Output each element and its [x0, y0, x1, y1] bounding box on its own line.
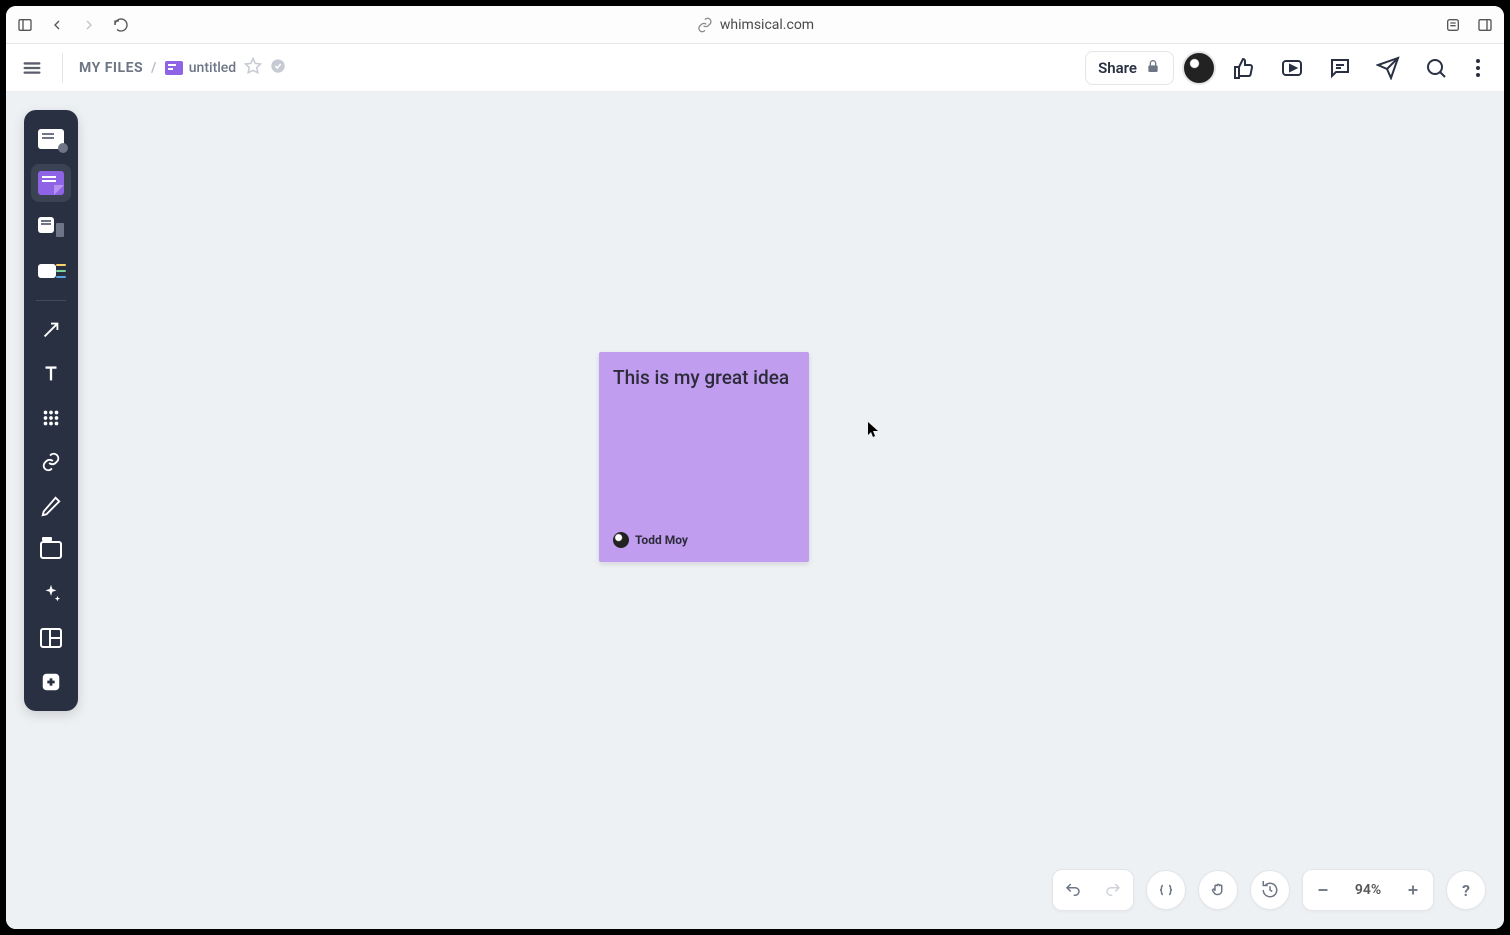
- sticky-note-text[interactable]: This is my great idea: [613, 366, 795, 389]
- forward-icon[interactable]: [80, 16, 98, 34]
- help-icon: ?: [1462, 881, 1470, 900]
- url-text: whimsical.com: [720, 17, 814, 33]
- breadcrumb-root[interactable]: MY FILES: [79, 60, 143, 76]
- lock-icon: [1145, 58, 1161, 78]
- file-type-icon: [165, 61, 183, 75]
- undo-button[interactable]: [1053, 870, 1093, 910]
- template-tool[interactable]: [31, 619, 71, 657]
- author-avatar: [613, 532, 629, 548]
- file-name: untitled: [189, 60, 236, 76]
- divider: [62, 53, 63, 83]
- star-icon[interactable]: [244, 57, 262, 79]
- undo-redo-group: [1052, 869, 1134, 911]
- breadcrumb-sep: /: [151, 60, 157, 76]
- table-tool[interactable]: [31, 399, 71, 437]
- link-icon: [696, 16, 714, 34]
- reader-icon[interactable]: [1444, 16, 1462, 34]
- browser-chrome: whimsical.com: [6, 6, 1504, 44]
- zoom-control: 94%: [1302, 869, 1434, 911]
- sticky-note[interactable]: This is my great idea Todd Moy: [599, 352, 809, 562]
- breadcrumb: MY FILES / untitled: [79, 57, 286, 79]
- zoom-out-button[interactable]: [1303, 870, 1343, 910]
- panel-right-icon[interactable]: [1476, 16, 1494, 34]
- draw-tool[interactable]: [31, 487, 71, 525]
- wireframe-tool[interactable]: [31, 208, 71, 246]
- hand-tool-button[interactable]: [1198, 870, 1238, 910]
- link-tool[interactable]: [31, 443, 71, 481]
- tool-panel: [24, 110, 78, 711]
- author-name: Todd Moy: [635, 533, 688, 547]
- breadcrumb-file[interactable]: untitled: [165, 60, 236, 76]
- cursor-icon: [868, 422, 880, 438]
- ai-tool[interactable]: [31, 575, 71, 613]
- comments-button[interactable]: [1320, 48, 1360, 88]
- code-button[interactable]: [1146, 870, 1186, 910]
- menu-button[interactable]: [18, 54, 46, 82]
- flowchart-tool[interactable]: [31, 120, 71, 158]
- send-button[interactable]: [1368, 48, 1408, 88]
- share-label: Share: [1098, 59, 1137, 77]
- reload-icon[interactable]: [112, 16, 130, 34]
- sticky-note-tool[interactable]: [31, 164, 71, 202]
- search-button[interactable]: [1416, 48, 1456, 88]
- bottom-controls: 94% ?: [1052, 869, 1486, 911]
- share-button[interactable]: Share: [1085, 51, 1174, 85]
- app-header: MY FILES / untitled Share: [6, 44, 1504, 92]
- sidebar-toggle-icon[interactable]: [16, 16, 34, 34]
- present-button[interactable]: [1272, 48, 1312, 88]
- sync-status-icon: [270, 58, 286, 78]
- back-icon[interactable]: [48, 16, 66, 34]
- connector-tool[interactable]: [31, 311, 71, 349]
- section-tool[interactable]: [31, 531, 71, 569]
- thumbs-up-button[interactable]: [1224, 48, 1264, 88]
- more-button[interactable]: [1464, 48, 1492, 88]
- tool-separator: [36, 300, 66, 301]
- add-tool[interactable]: [31, 663, 71, 701]
- canvas[interactable]: This is my great idea Todd Moy: [6, 92, 1504, 929]
- zoom-level[interactable]: 94%: [1343, 882, 1393, 898]
- redo-button[interactable]: [1093, 870, 1133, 910]
- zoom-in-button[interactable]: [1393, 870, 1433, 910]
- text-tool[interactable]: [31, 355, 71, 393]
- history-button[interactable]: [1250, 870, 1290, 910]
- app-window: whimsical.com MY FILES / untitled: [6, 6, 1504, 929]
- mindmap-tool[interactable]: [31, 252, 71, 290]
- url-bar[interactable]: whimsical.com: [696, 16, 814, 34]
- help-button[interactable]: ?: [1446, 870, 1486, 910]
- sticky-note-author: Todd Moy: [613, 532, 795, 548]
- user-avatar[interactable]: [1182, 51, 1216, 85]
